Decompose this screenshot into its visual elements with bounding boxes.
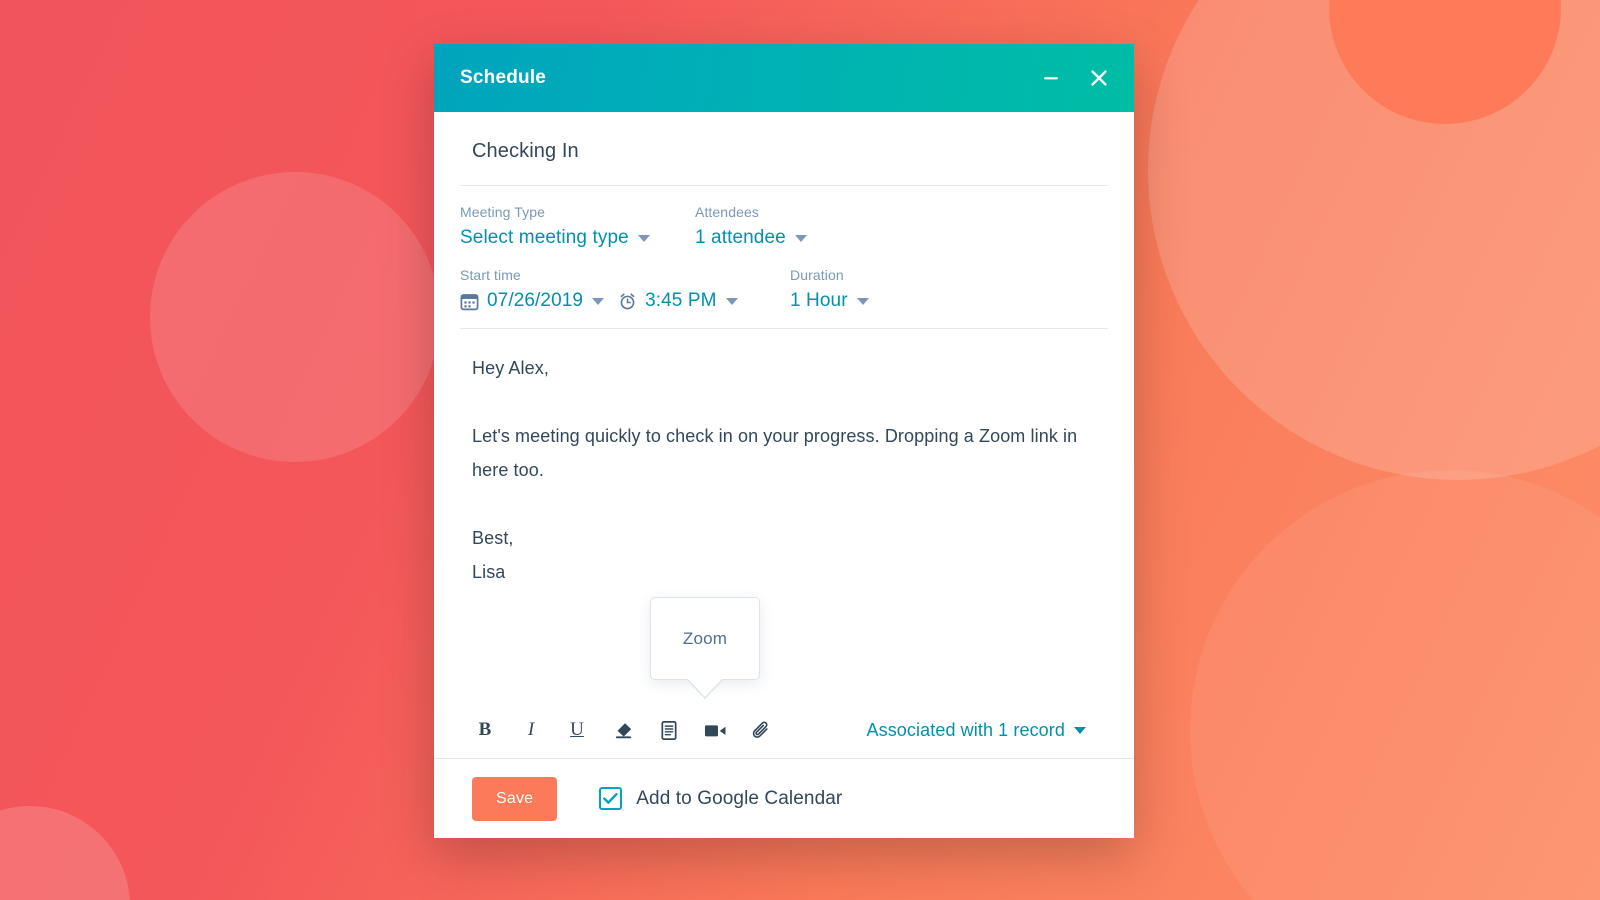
video-camera-icon xyxy=(704,724,725,736)
paperclip-icon xyxy=(752,721,768,738)
editor-toolbar: B I U Associated with 1 record xyxy=(460,702,1108,758)
subject-row: Checking In xyxy=(460,112,1108,186)
message-spacer-1 xyxy=(472,385,1096,419)
chevron-down-icon xyxy=(794,234,807,242)
duration-select[interactable]: 1 Hour xyxy=(790,290,869,312)
fields-section: Meeting Type Select meeting type Attende… xyxy=(460,186,1108,329)
attachment-button[interactable] xyxy=(748,717,774,743)
italic-button[interactable]: I xyxy=(518,717,544,743)
google-calendar-label: Add to Google Calendar xyxy=(636,787,843,809)
alarm-clock-icon xyxy=(618,292,637,311)
background-circle-bottom-left xyxy=(0,806,130,900)
attendees-label: Attendees xyxy=(695,204,759,220)
eraser-icon xyxy=(615,722,631,738)
close-button[interactable] xyxy=(1086,65,1112,91)
dialog-header: Schedule xyxy=(434,44,1134,112)
field-attendees: Attendees 1 attendee xyxy=(695,204,807,249)
clear-format-button[interactable] xyxy=(610,717,636,743)
chevron-down-icon xyxy=(637,234,650,242)
calendar-icon xyxy=(460,292,479,311)
duration-value: 1 Hour xyxy=(790,290,848,311)
snippet-button[interactable] xyxy=(656,717,682,743)
underline-button[interactable]: U xyxy=(564,717,590,743)
dialog-body: Checking In Meeting Type Select meeting … xyxy=(434,112,1134,758)
bold-button[interactable]: B xyxy=(472,717,498,743)
start-date-select[interactable]: 07/26/2019 xyxy=(460,290,605,312)
duration-label: Duration xyxy=(790,267,844,283)
message-greeting: Hey Alex, xyxy=(472,358,549,378)
chevron-down-icon xyxy=(1074,726,1086,734)
message-spacer-2 xyxy=(472,487,1096,521)
attendees-select[interactable]: 1 attendee xyxy=(695,227,807,249)
chevron-down-icon xyxy=(856,297,869,305)
meeting-type-value: Select meeting type xyxy=(460,227,629,248)
minimize-icon xyxy=(1044,77,1058,80)
attendees-value: 1 attendee xyxy=(695,227,786,248)
dialog-footer: Save Add to Google Calendar xyxy=(434,758,1134,838)
add-to-google-calendar-option[interactable]: Add to Google Calendar xyxy=(599,787,842,810)
field-meeting-type: Meeting Type Select meeting type xyxy=(460,204,695,249)
field-row-primary: Meeting Type Select meeting type Attende… xyxy=(460,204,1108,249)
format-buttons: B I U xyxy=(472,717,774,743)
meeting-type-select[interactable]: Select meeting type xyxy=(460,227,695,249)
message-editor[interactable]: Hey Alex, Let's meeting quickly to check… xyxy=(460,329,1108,702)
background-circle-right-soft xyxy=(1190,470,1600,900)
message-signature: Lisa xyxy=(472,562,506,582)
close-icon xyxy=(1091,70,1107,86)
meeting-type-label: Meeting Type xyxy=(460,204,545,220)
zoom-tooltip-label: Zoom xyxy=(682,628,728,648)
snippet-icon xyxy=(661,720,677,740)
associated-records-dropdown[interactable]: Associated with 1 record xyxy=(867,720,1097,741)
start-time-label: Start time xyxy=(460,267,521,283)
checkmark-icon xyxy=(603,793,618,804)
chevron-down-icon xyxy=(592,297,605,305)
field-row-time: Start time 07/26/2019 3:45 PM Duration 1… xyxy=(460,267,1108,312)
start-time-controls: 07/26/2019 3:45 PM xyxy=(460,290,790,312)
start-date-value: 07/26/2019 xyxy=(487,290,584,311)
subject-input[interactable]: Checking In xyxy=(472,140,1096,163)
message-body: Let's meeting quickly to check in on you… xyxy=(472,426,1078,480)
dialog-header-actions xyxy=(1038,65,1112,91)
dialog-title: Schedule xyxy=(460,67,547,88)
field-start-time: Start time 07/26/2019 3:45 PM xyxy=(460,267,790,312)
associated-records-label: Associated with 1 record xyxy=(866,719,1065,740)
zoom-tooltip: Zoom xyxy=(650,597,760,699)
video-meeting-button[interactable] xyxy=(702,717,728,743)
minimize-button[interactable] xyxy=(1038,65,1064,91)
google-calendar-checkbox[interactable] xyxy=(599,787,623,810)
message-signoff: Best, xyxy=(472,528,514,548)
field-duration: Duration 1 Hour xyxy=(790,267,869,312)
save-button[interactable]: Save xyxy=(472,776,558,821)
background-circle-left xyxy=(150,172,440,462)
start-time-value: 3:45 PM xyxy=(645,290,717,311)
chevron-down-icon xyxy=(725,297,738,305)
schedule-dialog: Schedule Checking In Meeting Type Select… xyxy=(434,44,1134,838)
start-time-select[interactable]: 3:45 PM xyxy=(618,290,738,312)
